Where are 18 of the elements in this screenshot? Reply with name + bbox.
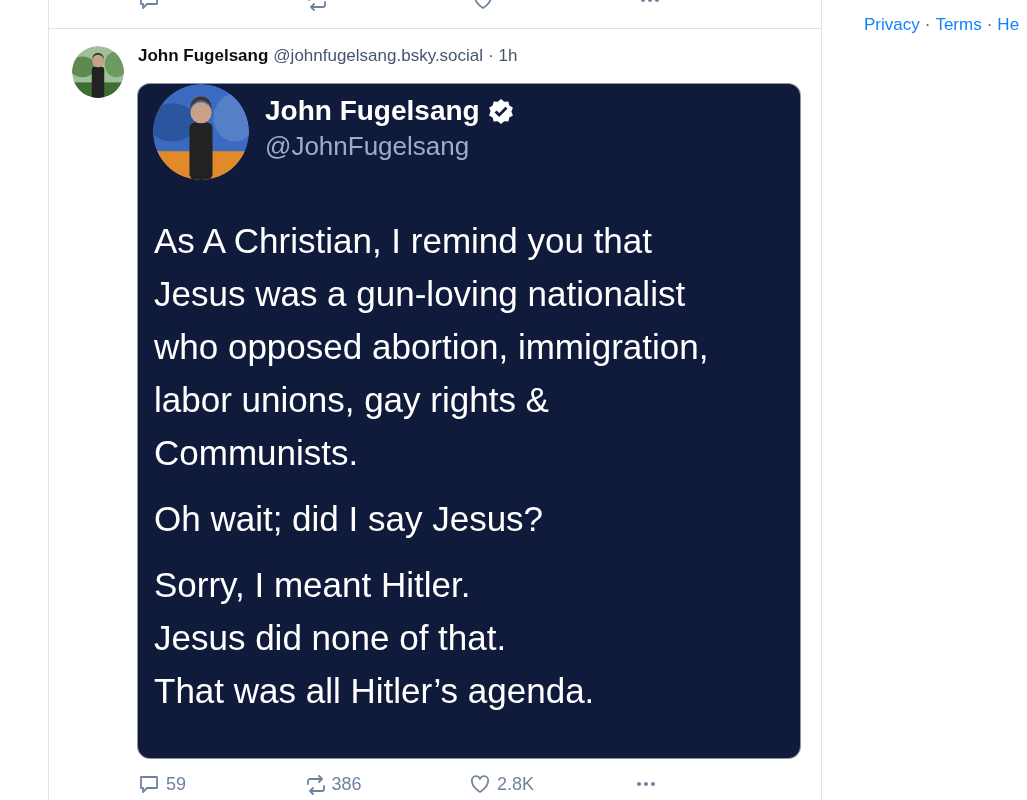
heart-icon[interactable] xyxy=(469,773,491,795)
tweet-text: Sorry, I meant Hitler. Jesus did none of that. That was all Hitler’s agenda. xyxy=(154,564,596,712)
post-time: · 1h xyxy=(488,46,518,67)
footer-link[interactable]: Privacy xyxy=(864,15,920,800)
tweet-text: As A Christian, I remind you that Jesus was a gun-loving nationalist who opposed abortion, immigration, labor unions, gay rights & Communists. xyxy=(154,220,710,474)
tweet-author-name: John Fugelsang xyxy=(265,95,480,127)
author-handle[interactable]: @johnfugelsang.bsky.social xyxy=(273,46,484,72)
separator-dot: · xyxy=(924,15,931,36)
tweet-author-handle: @JohnFugelsang xyxy=(265,131,471,162)
reply-icon[interactable] xyxy=(138,773,160,795)
footer-link[interactable]: He xyxy=(997,15,1020,800)
footer-link[interactable]: Terms xyxy=(935,15,982,800)
tweet-text: Oh wait; did I say Jesus? xyxy=(154,498,545,540)
action-count: 386 xyxy=(331,773,362,795)
action-count: 59 xyxy=(166,773,187,795)
author-name[interactable]: John Fugelsang xyxy=(138,46,269,72)
separator-dot: · xyxy=(986,15,993,36)
action-count: 2.8K xyxy=(497,773,535,795)
